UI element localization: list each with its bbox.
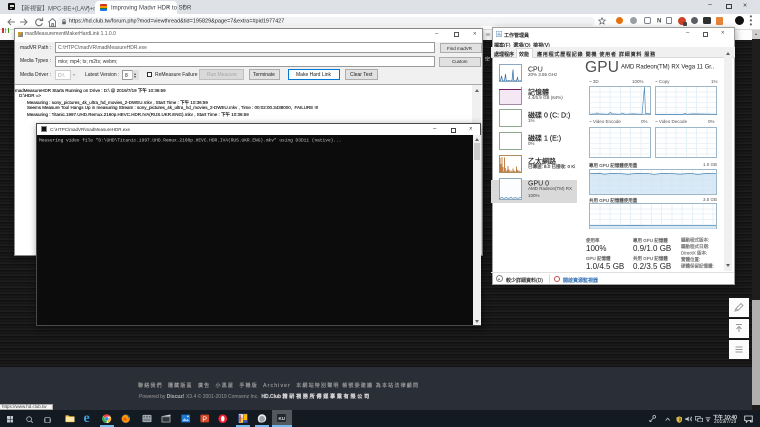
svg-text:P: P <box>202 416 207 423</box>
svg-text:2: 2 <box>750 419 752 423</box>
